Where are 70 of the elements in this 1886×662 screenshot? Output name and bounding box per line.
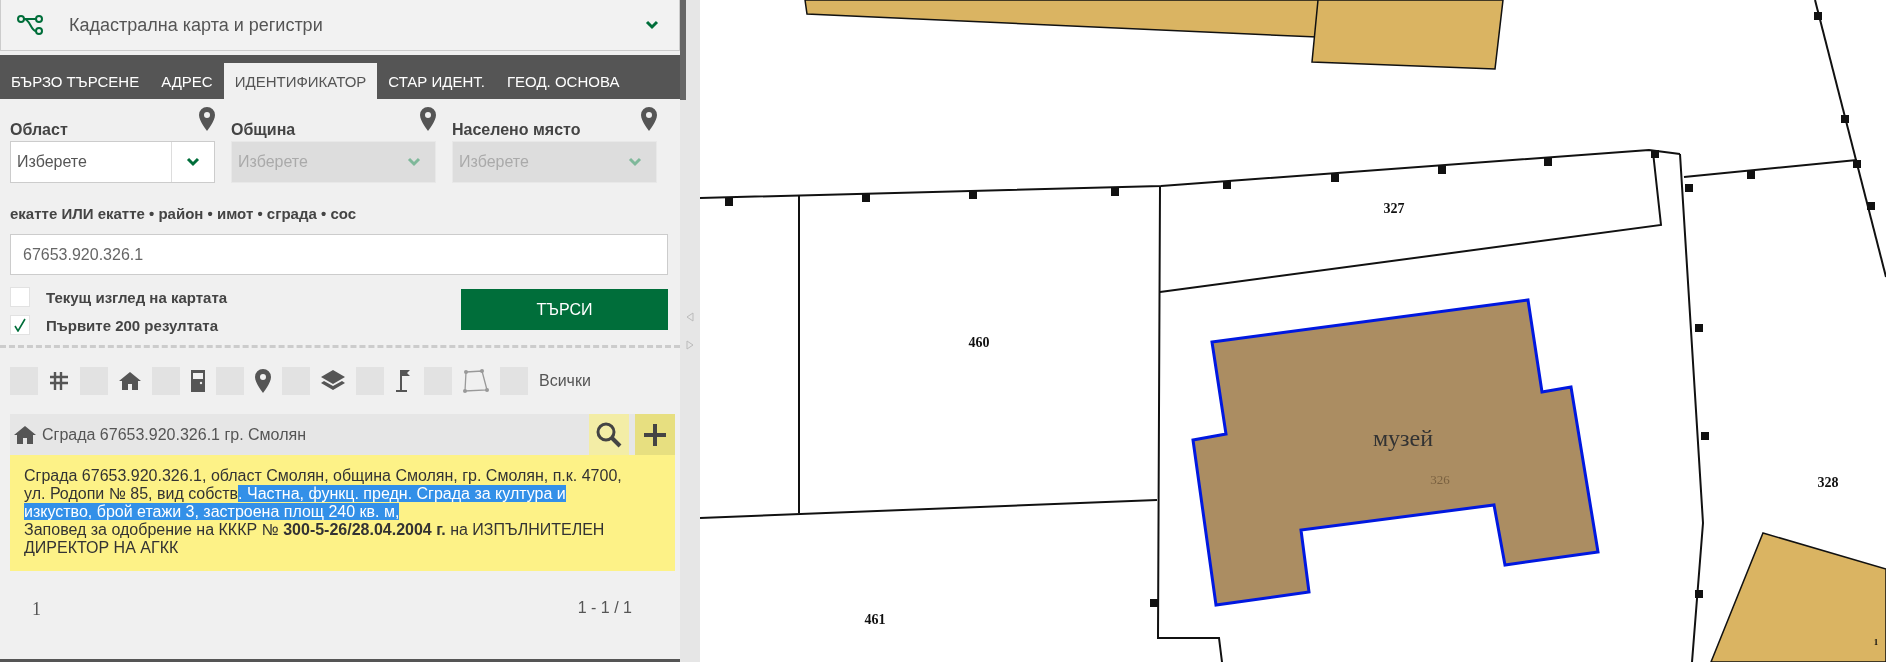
field-label: екатте ИЛИ екатте • район • имот • сграда • сос	[10, 205, 358, 222]
parcel-number: 461	[864, 612, 886, 627]
pin-icon[interactable]	[420, 107, 436, 131]
detail-text: Сграда 67653.920.326.1, област Смолян, община Смолян, гр. Смолян, п.к. 4700, ул. Родопи № 85, вид собств. Частна, функц. предн. Сграда за култура и изкуство, брой етажи 3, застроена площ 240 кв. м,	[24, 467, 623, 521]
boundary-marker	[1111, 188, 1119, 196]
pin-icon[interactable]	[255, 369, 271, 393]
boundary-marker	[1223, 181, 1231, 189]
field-label: Община	[231, 121, 296, 139]
boundary-marker	[1651, 150, 1659, 158]
add-button[interactable]	[635, 414, 675, 455]
grid-icon[interactable]	[49, 371, 69, 391]
search-button[interactable]: ТЪРСИ	[461, 289, 668, 330]
boundary-marker	[1701, 432, 1709, 440]
identifier-input[interactable]: 67653.920.326.1	[10, 234, 668, 275]
result-range: 1 - 1 / 1	[577, 599, 632, 618]
page-link[interactable]: 1	[32, 599, 41, 620]
field-label: Област	[10, 121, 68, 139]
parcel-number: 327	[1383, 201, 1405, 216]
boundary-marker	[1438, 166, 1446, 174]
tab[interactable]: БЪРЗО ТЪРСЕНЕ	[0, 63, 151, 99]
tab[interactable]: СТАР ИДЕНТ.	[377, 63, 496, 99]
result-header[interactable]: Сграда 67653.920.326.1 гр. Смолян	[10, 414, 675, 455]
pin-icon[interactable]	[641, 107, 657, 131]
detail-text: Заповед за одобрение на КККР № 300-5-26/28.04.2004 г. на ИЗПЪЛНИТЕЛЕН ДИРЕКТОР НА АГКК	[24, 521, 606, 557]
boundary-marker	[1814, 12, 1822, 20]
chevron-down-icon	[407, 157, 421, 167]
boundary-marker	[969, 191, 977, 199]
tab[interactable]: ИДЕНТИФИКАТОР	[223, 63, 378, 99]
boundary-marker	[1150, 599, 1158, 607]
checkbox-label: Всички	[539, 372, 591, 390]
chevron-down-icon	[186, 157, 200, 167]
boundary-marker	[1685, 184, 1693, 192]
home-icon[interactable]	[119, 372, 141, 390]
result-title: Сграда 67653.920.326.1 гр. Смолян	[42, 425, 307, 444]
dropdown[interactable]: Изберете	[10, 141, 215, 183]
parcel-number: 460	[968, 335, 990, 350]
boundary-marker	[725, 198, 733, 206]
field-label: Населено място	[452, 121, 581, 139]
parcel-number: 1	[1873, 637, 1879, 647]
parcel-number: 328	[1817, 475, 1839, 490]
checkbox[interactable]	[10, 315, 30, 335]
zoom-button[interactable]	[589, 414, 629, 455]
boundary-marker	[1544, 158, 1552, 166]
boundary-marker	[1841, 115, 1849, 123]
checkbox-label: Първите 200 резултата	[46, 316, 218, 334]
home-icon[interactable]	[14, 425, 36, 444]
boundary-marker	[1695, 324, 1703, 332]
plus-icon	[643, 422, 667, 447]
boundary-marker	[1747, 171, 1755, 179]
checkbox[interactable]	[10, 287, 30, 307]
layers-icon[interactable]	[321, 370, 345, 392]
checkbox-label: Текущ изглед на картата	[46, 288, 228, 306]
chevron-down-icon	[645, 20, 659, 30]
chevron-down-icon	[628, 157, 642, 167]
door-icon[interactable]	[191, 370, 205, 392]
boundary-marker	[862, 194, 870, 202]
boundary-marker	[1331, 174, 1339, 182]
boundary-marker	[1867, 202, 1875, 210]
boundary-marker	[1853, 160, 1861, 168]
flag-icon[interactable]	[395, 369, 413, 393]
selected-building[interactable]	[1191, 298, 1600, 607]
pin-icon[interactable]	[199, 107, 215, 131]
building-name: музей	[1372, 425, 1434, 451]
route-icon	[17, 15, 43, 35]
boundary-marker	[1695, 590, 1703, 598]
app-header[interactable]: Кадастрална карта и регистри	[0, 0, 680, 51]
search-icon	[596, 421, 622, 448]
tab[interactable]: АДРЕС	[150, 63, 224, 99]
tab[interactable]: ГЕОД. ОСНОВА	[495, 63, 631, 99]
app-title: Кадастрална карта и регистри	[69, 14, 324, 36]
